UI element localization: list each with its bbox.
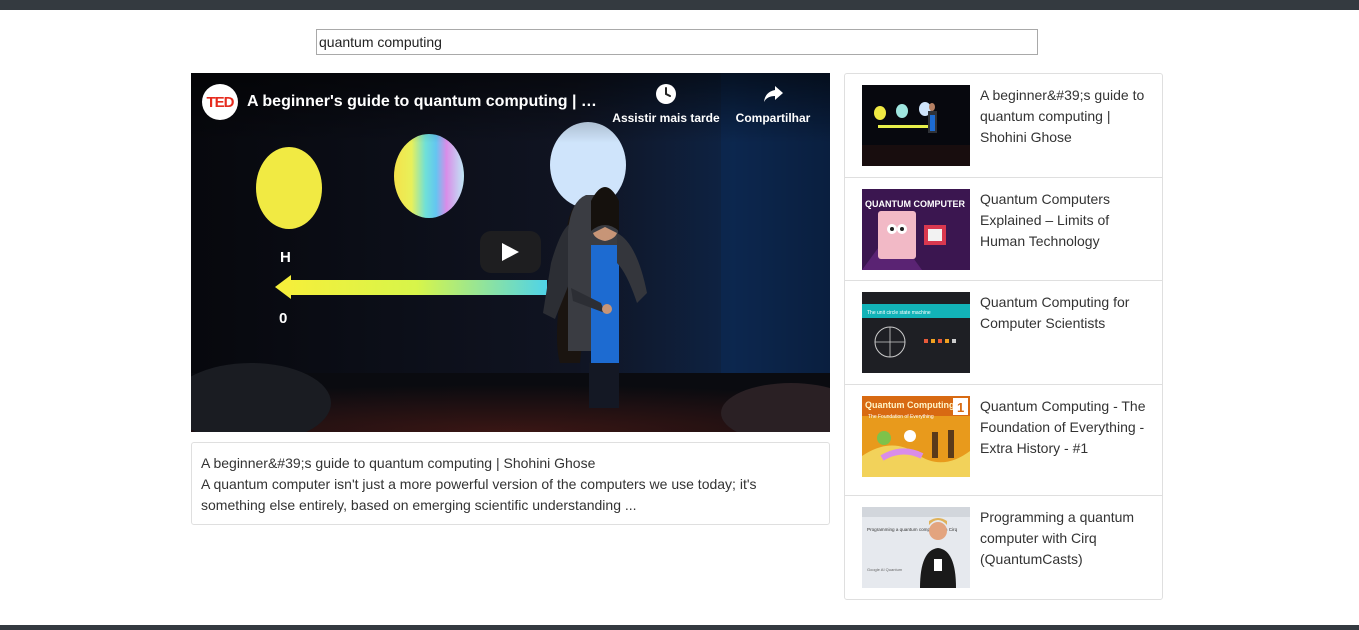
search-input[interactable] — [316, 29, 1038, 55]
clock-icon — [656, 84, 676, 104]
play-button[interactable] — [480, 231, 541, 273]
description-title: A beginner&#39;s guide to quantum comput… — [201, 455, 596, 471]
video-list-title[interactable]: Quantum Computing for Computer Scientist… — [980, 292, 1148, 334]
video-thumbnail[interactable]: Quantum Computing The Foundation of Ever… — [862, 396, 970, 477]
thumbnail-image: QUANTUM COMPUTER — [862, 189, 970, 270]
video-list-item[interactable]: Programming a quantum computer with Cirq… — [845, 496, 1162, 600]
video-thumbnail[interactable] — [862, 85, 970, 166]
video-list-item[interactable]: Quantum Computing The Foundation of Ever… — [845, 385, 1162, 496]
video-list-item[interactable]: A beginner&#39;s guide to quantum comput… — [845, 74, 1162, 178]
thumbnail-text: Quantum Computing — [865, 400, 955, 410]
watch-later-button[interactable]: Assistir mais tarde — [611, 83, 721, 125]
video-thumbnail[interactable]: The unit circle state machine — [862, 292, 970, 373]
video-thumbnail[interactable]: Programming a quantum computer with Cirq… — [862, 507, 970, 588]
video-player[interactable]: H 0 TED A beginner's guide to quantum co… — [191, 73, 830, 432]
thumbnail-text: The unit circle state machine — [867, 310, 931, 316]
thumbnail-image: Quantum Computing The Foundation of Ever… — [862, 396, 970, 477]
slide-letter-h: H — [280, 249, 291, 266]
bottom-bar — [0, 625, 1359, 630]
share-button[interactable]: Compartilhar — [731, 83, 815, 125]
video-title-link[interactable]: A beginner's guide to quantum computing … — [247, 93, 603, 111]
watch-later-label: Assistir mais tarde — [612, 111, 720, 125]
thumbnail-subtext: The Foundation of Everything — [868, 414, 934, 420]
video-list-title[interactable]: Quantum Computing - The Foundation of Ev… — [980, 396, 1148, 459]
channel-logo-text: TED — [206, 94, 235, 111]
slide-letter-0: 0 — [279, 310, 287, 327]
ted-channel-logo[interactable]: TED — [202, 84, 238, 120]
thumbnail-number: 1 — [957, 400, 964, 415]
share-label: Compartilhar — [735, 111, 811, 125]
video-list-title[interactable]: A beginner&#39;s guide to quantum comput… — [980, 85, 1148, 148]
thumbnail-text: QUANTUM COMPUTER — [865, 199, 965, 209]
video-list-item[interactable]: QUANTUM COMPUTER Quantum Computers Expla… — [845, 178, 1162, 281]
video-list-title[interactable]: Quantum Computers Explained – Limits of … — [980, 189, 1148, 252]
video-list-item[interactable]: The unit circle state machine Quantum Co… — [845, 281, 1162, 385]
description-text: A quantum computer isn't just a more pow… — [201, 476, 757, 513]
thumbnail-brand: Google AI Quantum — [867, 567, 903, 572]
video-list-title[interactable]: Programming a quantum computer with Cirq… — [980, 507, 1148, 570]
share-arrow-icon — [764, 86, 783, 102]
thumbnail-image — [862, 85, 970, 166]
video-thumbnail[interactable]: QUANTUM COMPUTER — [862, 189, 970, 270]
top-bar — [0, 0, 1359, 10]
play-icon — [502, 243, 519, 261]
video-list: A beginner&#39;s guide to quantum comput… — [844, 73, 1163, 600]
thumbnail-image: The unit circle state machine — [862, 292, 970, 373]
thumbnail-image: Programming a quantum computer with Cirq… — [862, 507, 970, 588]
video-description-card: A beginner&#39;s guide to quantum comput… — [191, 442, 830, 525]
